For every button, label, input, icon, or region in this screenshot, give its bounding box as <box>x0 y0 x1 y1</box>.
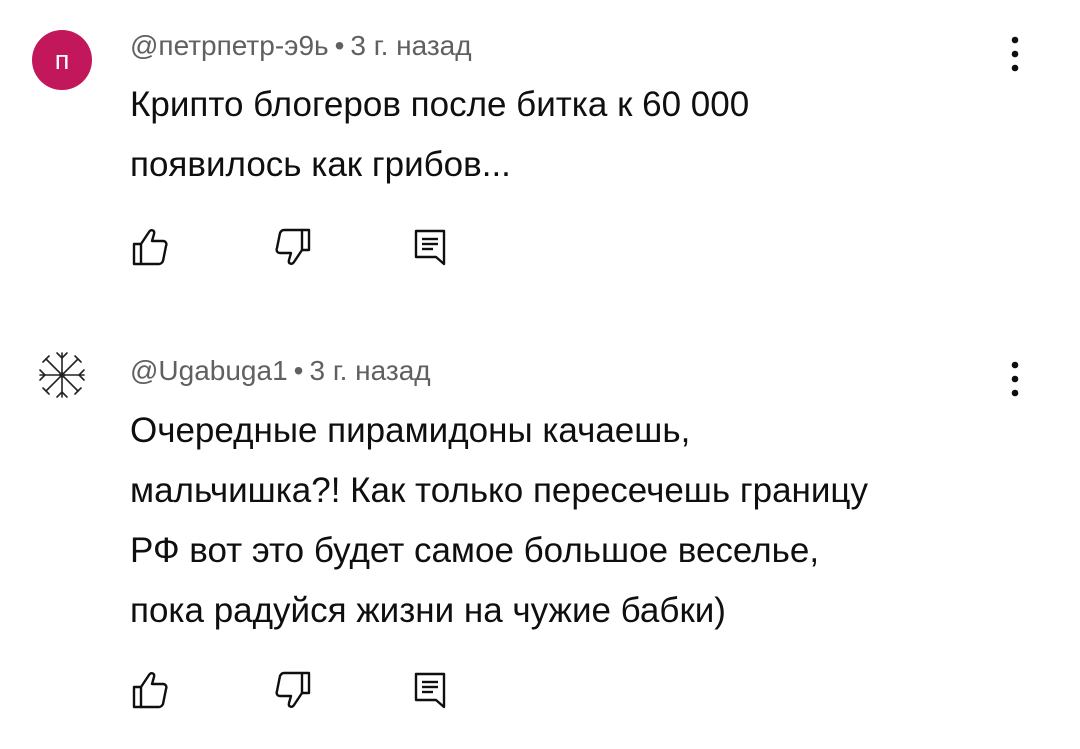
vegvisir-icon <box>39 352 85 398</box>
timestamp[interactable]: 3 г. назад <box>309 355 430 386</box>
meta-separator: • <box>293 355 304 386</box>
reply-icon <box>414 672 446 709</box>
dislike-icon <box>275 228 311 265</box>
comment-1: п @петрпетр-э9ь • 3 г. назад Крипто блогер… <box>0 0 1080 300</box>
comment-text-line: РФ вот это будет самое большое веселье, <box>130 531 820 570</box>
comment-text-line: Крипто блогеров после битка к 60 000 <box>130 85 750 124</box>
more-vert-icon <box>1011 361 1019 397</box>
more-options-button[interactable] <box>1000 32 1030 76</box>
comment-text-line: пока радуйся жизни на чужие бабки) <box>130 591 726 630</box>
like-icon <box>132 672 168 709</box>
like-button[interactable] <box>125 222 175 272</box>
more-vert-icon <box>1011 36 1019 72</box>
like-button[interactable] <box>125 665 175 715</box>
reply-button[interactable] <box>405 665 455 715</box>
comment-meta: @петрпетр-э9ь • 3 г. назад <box>130 30 472 62</box>
more-options-button[interactable] <box>1000 357 1030 401</box>
author-handle[interactable]: @петрпетр-э9ь <box>130 30 329 61</box>
dislike-button[interactable] <box>268 665 318 715</box>
meta-separator: • <box>334 30 345 61</box>
author-handle[interactable]: @Ugabuga1 <box>130 355 288 386</box>
comment-text: Крипто блогеров после битка к 60 000 поя… <box>130 75 1030 195</box>
comment-2: @Ugabuga1 • 3 г. назад Очередные пирамидон… <box>0 335 1080 749</box>
comment-text-line: Очередные пирамидоны качаешь, <box>130 411 691 450</box>
comment-text-line: мальчишка?! Как только пересечешь границ… <box>130 471 868 510</box>
comment-meta: @Ugabuga1 • 3 г. назад <box>130 355 431 387</box>
dislike-icon <box>275 671 311 708</box>
reply-button[interactable] <box>405 222 455 272</box>
timestamp[interactable]: 3 г. назад <box>350 30 471 61</box>
avatar[interactable] <box>32 345 92 405</box>
avatar-letter: п <box>54 44 70 75</box>
dislike-button[interactable] <box>268 222 318 272</box>
reply-icon <box>414 229 446 266</box>
like-icon <box>132 229 168 266</box>
comment-text: Очередные пирамидоны качаешь, мальчишка?… <box>130 401 1030 641</box>
avatar[interactable]: п <box>32 30 92 90</box>
comment-text-line: появилось как грибов... <box>130 145 511 184</box>
